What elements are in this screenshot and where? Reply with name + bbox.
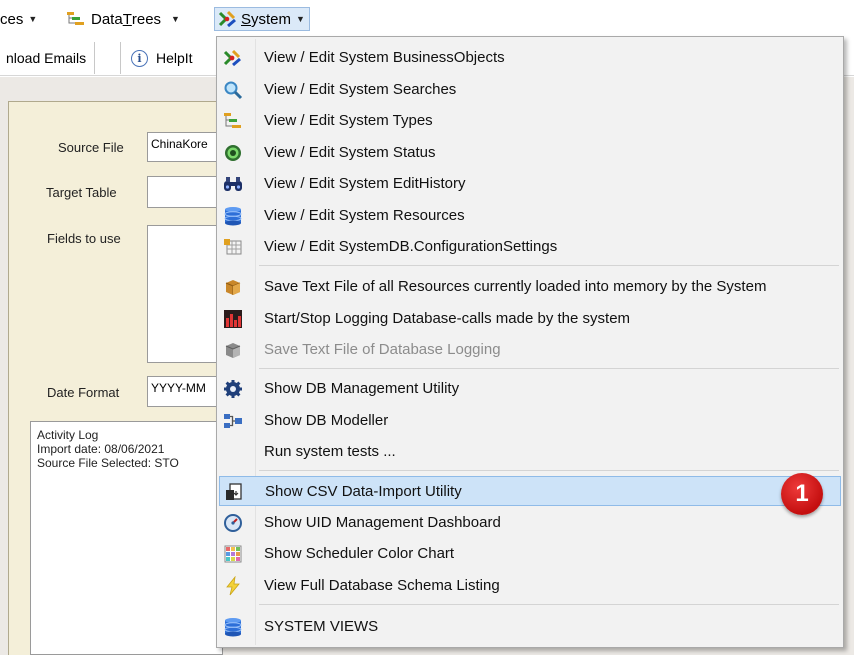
menu-data-trees-mnemonic: T	[122, 10, 132, 28]
menu-system-suffix: ystem	[251, 10, 292, 28]
menu-item-label: View Full Database Schema Listing	[264, 577, 500, 594]
tree-types-icon	[67, 12, 84, 25]
menu-resources-label: ces	[0, 10, 24, 28]
lightning-icon	[226, 576, 240, 596]
menu-separator	[259, 265, 839, 266]
menu-item-csv-import[interactable]: Show CSV Data-Import Utility	[219, 476, 841, 506]
menu-item-label: View / Edit System Resources	[264, 207, 465, 224]
menu-item-uid-dashboard[interactable]: Show UID Management Dashboard	[219, 508, 841, 538]
database-icon	[224, 207, 242, 226]
menu-data-trees-suffix: rees	[131, 10, 162, 28]
menu-separator	[259, 604, 839, 605]
source-file-label: Source File	[58, 140, 124, 155]
target-table-field[interactable]	[147, 176, 223, 208]
menu-item-edit-history[interactable]: View / Edit System EditHistory	[219, 169, 841, 199]
menu-system-mnemonic: S	[241, 10, 252, 28]
menu-item-status[interactable]: View / Edit System Status	[219, 138, 841, 168]
tab-label: HelpIt	[156, 50, 193, 66]
menu-item-label: View / Edit System Types	[264, 112, 433, 129]
activity-log-line: Import date: 08/06/2021	[37, 442, 165, 456]
menu-item-run-system-tests[interactable]: Run system tests ...	[219, 437, 841, 467]
csv-import-icon	[226, 483, 242, 500]
business-objects-icon	[218, 10, 236, 28]
menu-resources[interactable]: ces ▼	[0, 8, 37, 30]
menu-item-label: Save Text File of Database Logging	[264, 341, 501, 358]
menu-item-label: View / Edit System BusinessObjects	[264, 49, 505, 66]
menu-separator	[259, 368, 839, 369]
activity-log-line: Source File Selected: STO	[37, 456, 179, 470]
target-table-label: Target Table	[46, 185, 117, 200]
magnifier-icon	[224, 81, 243, 100]
menu-item-db-management[interactable]: Show DB Management Utility	[219, 374, 841, 404]
menu-item-save-resources[interactable]: Save Text File of all Resources currentl…	[219, 272, 841, 302]
color-grid-icon	[224, 545, 242, 563]
fields-to-use-list[interactable]	[147, 225, 223, 363]
menu-item-label: View / Edit System Searches	[264, 81, 457, 98]
menu-item-resources[interactable]: View / Edit System Resources	[219, 201, 841, 231]
business-objects-icon	[223, 49, 241, 67]
chevron-down-icon: ▼	[171, 14, 180, 24]
menu-item-label: Show DB Modeller	[264, 412, 389, 429]
tree-types-icon	[224, 113, 241, 128]
menu-item-label: Show Scheduler Color Chart	[264, 545, 455, 562]
activity-log-line: Activity Log	[37, 428, 99, 442]
source-file-field[interactable]: ChinaKore	[147, 132, 223, 162]
menu-item-label: View / Edit SystemDB.ConfigurationSettin…	[264, 238, 558, 255]
box-icon	[225, 280, 241, 295]
modeller-icon	[224, 414, 242, 428]
tab-download-emails[interactable]: nload Emails	[0, 42, 96, 74]
date-format-field[interactable]: YYYY-MM	[147, 376, 223, 407]
gear-icon	[224, 380, 242, 398]
grey-box-icon	[225, 343, 241, 358]
menu-separator	[259, 470, 839, 471]
chevron-down-icon: ▼	[296, 14, 305, 24]
menu-data-trees[interactable]: Data Trees ▼	[66, 8, 180, 30]
config-table-icon	[224, 239, 242, 255]
menu-item-label: Show DB Management Utility	[264, 380, 460, 397]
database-icon	[224, 618, 242, 637]
menu-item-label: Show CSV Data-Import Utility	[265, 483, 462, 500]
info-icon: i	[131, 49, 148, 67]
menu-item-label: Show UID Management Dashboard	[264, 514, 501, 531]
menu-item-system-views[interactable]: SYSTEM VIEWS	[219, 612, 841, 642]
menu-item-label: Run system tests ...	[264, 443, 396, 460]
menu-item-configuration-settings[interactable]: View / Edit SystemDB.ConfigurationSettin…	[219, 232, 841, 262]
binoculars-icon	[224, 177, 242, 191]
menu-data-trees-prefix: Data	[91, 10, 123, 28]
tab-helpit[interactable]: i HelpIt	[120, 42, 201, 74]
menu-item-logging[interactable]: Start/Stop Logging Database-calls made b…	[219, 304, 841, 334]
menu-item-schema-listing[interactable]: View Full Database Schema Listing	[219, 571, 841, 601]
bar-chart-icon	[224, 310, 242, 328]
menu-item-label: SYSTEM VIEWS	[264, 618, 379, 635]
menu-item-types[interactable]: View / Edit System Types	[219, 106, 841, 136]
tab-label: nload Emails	[6, 50, 87, 66]
menu-system[interactable]: System ▼	[214, 7, 310, 31]
activity-log[interactable]: Activity Log Import date: 08/06/2021 Sou…	[30, 421, 223, 655]
status-icon	[225, 145, 241, 161]
menu-item-label: View / Edit System EditHistory	[264, 175, 466, 192]
menu-bar: ces ▼ Data Trees ▼ System ▼	[0, 0, 854, 36]
chevron-down-icon: ▼	[28, 14, 38, 24]
menu-item-db-modeller[interactable]: Show DB Modeller	[219, 406, 841, 436]
menu-item-searches[interactable]: View / Edit System Searches	[219, 75, 841, 105]
menu-item-business-objects[interactable]: View / Edit System BusinessObjects	[219, 43, 841, 73]
date-format-label: Date Format	[47, 385, 120, 400]
gauge-icon	[224, 514, 242, 532]
menu-item-save-db-logging: Save Text File of Database Logging	[219, 335, 841, 365]
menu-item-label: Start/Stop Logging Database-calls made b…	[264, 310, 631, 327]
system-dropdown-menu: View / Edit System BusinessObjects View …	[216, 36, 844, 648]
menu-item-label: View / Edit System Status	[264, 144, 436, 161]
menu-item-scheduler-color-chart[interactable]: Show Scheduler Color Chart	[219, 539, 841, 569]
step-badge: 1	[781, 473, 823, 515]
fields-to-use-label: Fields to use	[47, 231, 121, 246]
menu-item-label: Save Text File of all Resources currentl…	[264, 278, 767, 295]
